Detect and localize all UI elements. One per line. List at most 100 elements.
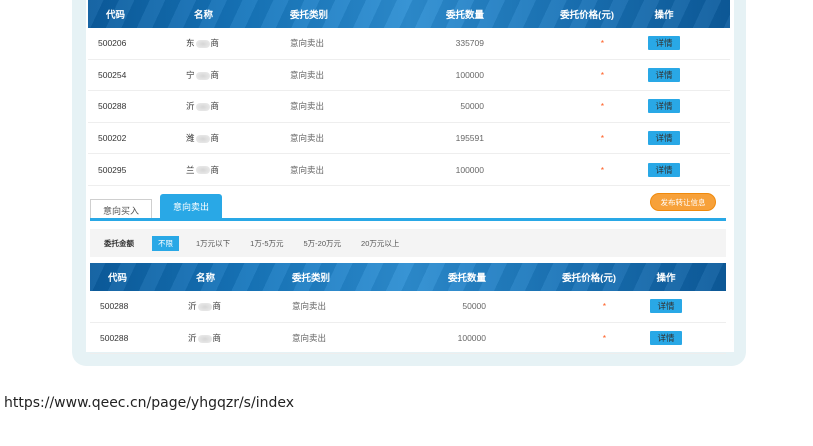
row-name: 沂商	[178, 332, 278, 344]
row-name-suffix: 商	[212, 301, 222, 312]
row-type: 意向卖出	[290, 133, 325, 144]
row-name-prefix: 兰	[186, 164, 195, 175]
row-type: 意向卖出	[290, 38, 325, 49]
row-type: 意向卖出	[292, 301, 327, 312]
row-qty: 100000	[457, 332, 486, 343]
row-name: 潍商	[176, 132, 276, 144]
row-op: 详情	[614, 99, 714, 114]
row-name: 兰商	[176, 164, 276, 176]
sell-table-top: 代码 名称 委托类别 委托数量 委托价格(元) 操作 500206 东商意向卖出 3…	[88, 0, 730, 186]
row-code: 500288	[100, 332, 129, 343]
row-op: 详情	[614, 67, 714, 82]
col-header-type: 委托类别	[290, 10, 329, 21]
col-header-name: 名称	[196, 273, 216, 284]
row-price: *	[600, 38, 604, 49]
row-qty: 335709	[455, 38, 484, 49]
row-code: 500288	[100, 301, 129, 312]
detail-button[interactable]: 详情	[650, 330, 682, 345]
row-name-suffix: 商	[210, 164, 220, 175]
amount-filter-bar: 委托金额 不限 1万元以下 1万-5万元 5万-20万元 20万元以上	[90, 229, 726, 257]
row-type: 意向卖出	[290, 69, 325, 80]
row-qty: 195591	[455, 133, 484, 144]
redacted-mask	[195, 103, 210, 112]
detail-button[interactable]: 详情	[650, 299, 682, 314]
table-row: 500206 东 商 意向卖出 335709 * 详情	[88, 28, 730, 60]
row-name-prefix: 沂	[188, 332, 197, 343]
redacted-mask	[197, 334, 212, 343]
col-header-name: 名称	[194, 10, 214, 21]
detail-button[interactable]: 详情	[648, 36, 680, 51]
redacted-mask	[197, 303, 212, 312]
row-op: 详情	[614, 131, 714, 146]
row-type: 意向卖出	[290, 164, 325, 175]
col-header-type: 委托类别	[292, 273, 331, 284]
filter-option-over-200k[interactable]: 20万元以上	[361, 238, 399, 249]
redacted-mask	[195, 166, 210, 175]
row-qty: 100000	[455, 164, 484, 175]
table-row: 500295 兰商意向卖出 100000 * 详情	[88, 154, 730, 186]
row-price: *	[600, 164, 604, 175]
filter-label: 委托金额	[104, 238, 134, 248]
tabs-underline	[90, 218, 726, 221]
col-header-price: 委托价格(元)	[562, 273, 616, 284]
tabs-bar: 意向买入 意向卖出 发布转让信息	[90, 192, 726, 226]
filter-option-any[interactable]: 不限	[152, 235, 179, 251]
row-qty: 100000	[455, 69, 484, 80]
detail-button[interactable]: 详情	[648, 67, 680, 82]
page-url: https://www.qeec.cn/page/yhgqzr/s/index	[4, 395, 294, 411]
filter-option-under-10k[interactable]: 1万元以下	[196, 238, 230, 249]
row-code: 500254	[98, 69, 127, 80]
col-header-op: 操作	[654, 10, 674, 21]
row-type: 意向卖出	[290, 101, 325, 112]
col-header-op: 操作	[656, 273, 676, 284]
col-header-code: 代码	[106, 10, 126, 21]
row-code: 500295	[98, 164, 127, 175]
filter-option-10k-50k[interactable]: 1万-5万元	[250, 238, 283, 249]
sell-table-bottom: 代码 名称 委托类别 委托数量 委托价格(元) 操作 500288 沂商意向卖出 5…	[90, 263, 726, 355]
detail-button[interactable]: 详情	[648, 162, 680, 177]
row-price: *	[600, 133, 604, 144]
col-header-qty: 委托数量	[445, 10, 484, 21]
row-op: 详情	[614, 36, 714, 51]
detail-button[interactable]: 详情	[648, 99, 680, 114]
row-price: *	[602, 301, 606, 312]
tab-intent-sell[interactable]: 意向卖出	[160, 194, 222, 218]
row-op: 详情	[614, 162, 714, 177]
post-transfer-button[interactable]: 发布转让信息	[650, 193, 716, 211]
row-code: 500202	[98, 133, 127, 144]
row-code: 500288	[98, 101, 127, 112]
row-name-prefix: 沂	[186, 101, 195, 112]
row-name: 宁商	[176, 69, 276, 81]
table-row: 500254 宁商意向卖出 100000 * 详情	[88, 60, 730, 92]
row-op: 详情	[616, 299, 716, 314]
row-name-suffix: 商	[210, 38, 220, 49]
table-row: 500288 沂商意向卖出 100000 * 详情	[90, 323, 726, 355]
detail-button[interactable]: 详情	[648, 131, 680, 146]
col-header-price: 委托价格(元)	[560, 10, 614, 21]
table-row: 500288 沂商意向卖出 50000 * 详情	[90, 291, 726, 323]
table-row: 500202 潍商意向卖出 195591 * 详情	[88, 123, 730, 155]
row-name-suffix: 商	[210, 101, 220, 112]
table-header: 代码 名称 委托类别 委托数量 委托价格(元) 操作	[90, 263, 726, 291]
filter-option-50k-200k[interactable]: 5万-20万元	[304, 238, 342, 249]
table-header: 代码 名称 委托类别 委托数量 委托价格(元) 操作	[88, 0, 730, 28]
row-code: 500206	[98, 38, 127, 49]
row-name-prefix: 宁	[186, 69, 195, 80]
table-row: 500288 沂商意向卖出 50000 * 详情	[88, 91, 730, 123]
row-name-prefix: 潍	[186, 133, 195, 144]
redacted-mask	[195, 134, 210, 143]
row-qty: 50000	[462, 301, 486, 312]
redacted-mask	[195, 71, 210, 80]
row-type: 意向卖出	[292, 332, 327, 343]
row-name: 沂商	[176, 100, 276, 112]
row-name-suffix: 商	[210, 133, 220, 144]
row-name-suffix: 商	[212, 332, 222, 343]
row-name-prefix: 沂	[188, 301, 197, 312]
row-name-prefix: 东	[186, 38, 195, 49]
row-price: *	[600, 101, 604, 112]
row-price: *	[600, 69, 604, 80]
row-name-suffix: 商	[210, 69, 220, 80]
row-name: 沂商	[178, 300, 278, 312]
col-header-qty: 委托数量	[447, 273, 486, 284]
row-op: 详情	[616, 330, 716, 345]
